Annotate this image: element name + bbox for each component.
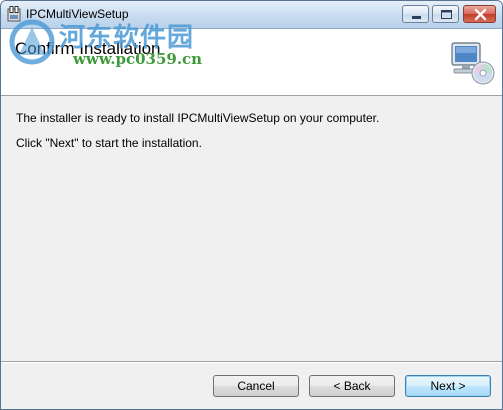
watermark-url: www.pc0359.cn xyxy=(73,50,203,68)
back-button[interactable]: < Back xyxy=(309,375,395,397)
installer-window: IPCMultiViewSetup Confirm Installation 河… xyxy=(0,0,503,410)
next-button[interactable]: Next > xyxy=(405,375,491,397)
header-panel: Confirm Installation 河东软件园 www.pc0359.cn xyxy=(1,19,502,96)
maximize-button[interactable] xyxy=(432,5,459,23)
close-icon xyxy=(474,8,487,21)
close-button[interactable] xyxy=(463,5,496,23)
instruction-message: Click "Next" to start the installation. xyxy=(16,136,202,150)
watermark-logo-icon xyxy=(9,19,55,65)
watermark-text: 河东软件园 xyxy=(59,23,195,53)
minimize-icon xyxy=(412,16,421,19)
content-area: The installer is ready to install IPCMul… xyxy=(1,96,502,361)
maximize-icon xyxy=(441,10,452,19)
minimize-button[interactable] xyxy=(402,5,429,23)
cancel-button[interactable]: Cancel xyxy=(213,375,299,397)
bottom-divider xyxy=(1,361,502,363)
ready-message: The installer is ready to install IPCMul… xyxy=(16,111,380,125)
computer-cd-icon xyxy=(451,42,495,85)
